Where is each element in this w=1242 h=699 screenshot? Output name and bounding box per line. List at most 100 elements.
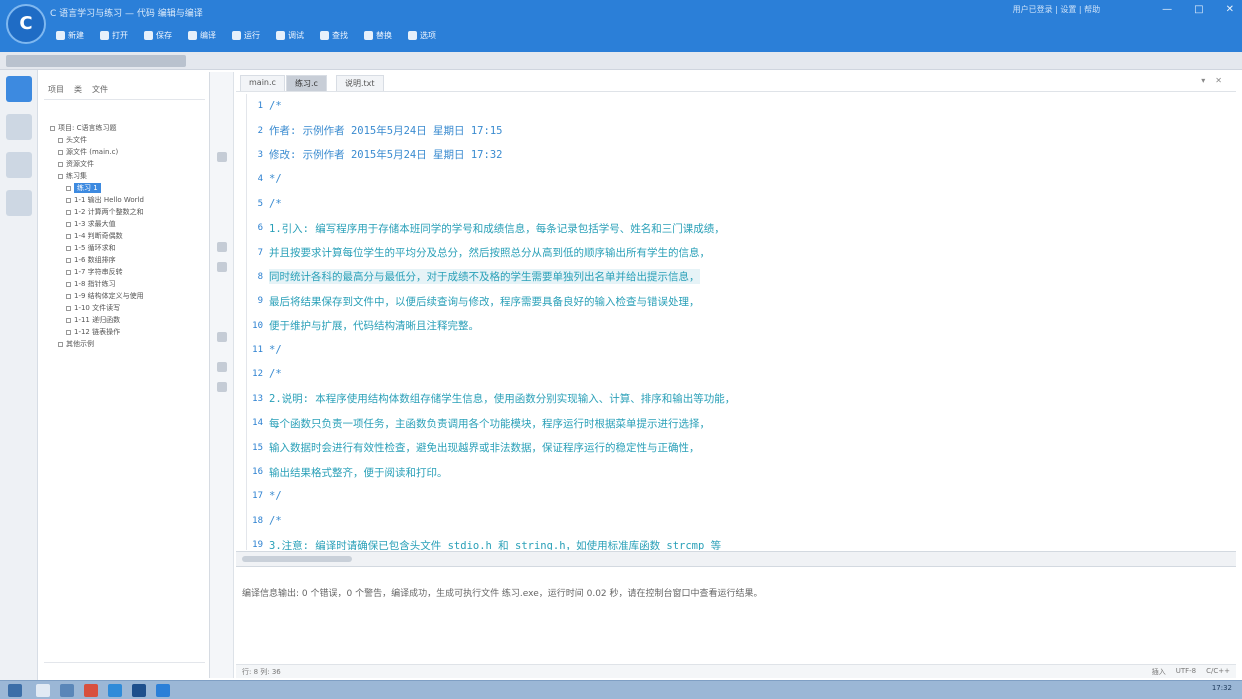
tab-close-icon[interactable]: ✕ (1215, 76, 1222, 85)
expand-icon[interactable] (66, 317, 71, 323)
tree-item[interactable]: 练习集 (50, 170, 210, 182)
horizontal-scrollbar[interactable] (236, 551, 1236, 567)
sidebar-tab-project[interactable]: 项目 (48, 84, 64, 99)
tab-readme[interactable]: 说明.txt (336, 75, 384, 91)
expand-icon[interactable] (66, 293, 71, 299)
expand-icon[interactable] (50, 125, 55, 131)
expand-icon[interactable] (66, 209, 71, 215)
task-app-icon[interactable] (156, 684, 170, 697)
expand-icon[interactable] (58, 161, 63, 167)
tree-item[interactable]: 1-2 计算两个整数之和 (50, 206, 210, 218)
expand-icon[interactable] (66, 221, 71, 227)
code-line[interactable]: 1 /* (247, 94, 1232, 118)
project-view-icon[interactable] (6, 76, 32, 102)
expand-icon[interactable] (58, 149, 63, 155)
tree-item[interactable]: 1-3 求最大值 (50, 218, 210, 230)
task-app-icon[interactable] (60, 684, 74, 697)
start-icon[interactable] (8, 684, 22, 697)
code-line[interactable]: 8 同时统计各科的最高分与最低分，对于成绩不及格的学生需要单独列出名单并给出提示… (247, 265, 1232, 289)
encoding[interactable]: UTF-8 (1176, 667, 1196, 677)
tree-item[interactable]: 其他示例 (50, 338, 210, 350)
sidebar-tab-class[interactable]: 类 (74, 84, 82, 99)
user-info[interactable]: 用户已登录 | 设置 | 帮助 (1013, 4, 1101, 15)
code-line[interactable]: 18 /* (247, 509, 1232, 533)
replace-button[interactable]: 替换 (364, 30, 392, 41)
tree-item[interactable]: 1-1 输出 Hello World (50, 194, 210, 206)
scrollbar-thumb[interactable] (242, 556, 352, 562)
minimize-button[interactable]: — (1162, 4, 1172, 15)
tree-item[interactable]: 1-7 字符串反转 (50, 266, 210, 278)
code-line[interactable]: 2 作者: 示例作者 2015年5月24日 星期日 17:15 (247, 118, 1232, 142)
tree-item[interactable]: 源文件 (main.c) (50, 146, 210, 158)
expand-icon[interactable] (58, 173, 63, 179)
code-line[interactable]: 11 */ (247, 338, 1232, 362)
expand-icon[interactable] (66, 305, 71, 311)
tree-item[interactable]: 头文件 (50, 134, 210, 146)
comment-icon[interactable] (217, 362, 227, 372)
expand-icon[interactable] (66, 257, 71, 263)
new-file-button[interactable]: 新建 (56, 30, 84, 41)
code-editor[interactable]: 1/* 2 作者: 示例作者 2015年5月24日 星期日 17:15 3 修改: … (246, 94, 1232, 550)
code-line[interactable]: 17 */ (247, 484, 1232, 508)
tree-item[interactable]: 资源文件 (50, 158, 210, 170)
tree-item[interactable]: 1-4 判断奇偶数 (50, 230, 210, 242)
tree-item[interactable]: 1-6 数组排序 (50, 254, 210, 266)
expand-icon[interactable] (58, 341, 63, 347)
fold-icon[interactable] (217, 152, 227, 162)
tree-item[interactable]: 1-10 文件读写 (50, 302, 210, 314)
debug-view-icon[interactable] (6, 152, 32, 178)
tab-main-c[interactable]: main.c (240, 75, 285, 91)
expand-icon[interactable] (66, 245, 71, 251)
code-line[interactable]: 15 输入数据时会进行有效性检查，避免出现越界或非法数据，保证程序运行的稳定性与… (247, 435, 1232, 459)
code-line[interactable]: 3 修改: 示例作者 2015年5月24日 星期日 17:32 (247, 143, 1232, 167)
language-mode[interactable]: C/C++ (1206, 667, 1230, 677)
expand-icon[interactable] (66, 281, 71, 287)
class-view-icon[interactable] (6, 114, 32, 140)
options-button[interactable]: 选项 (408, 30, 436, 41)
code-line[interactable]: 19 3.注意: 编译时请确保已包含头文件 stdio.h 和 string.h… (247, 533, 1232, 550)
uncomment-icon[interactable] (217, 382, 227, 392)
bookmark-icon[interactable] (217, 242, 227, 252)
tab-list-icon[interactable]: ▾ (1201, 76, 1205, 85)
code-line[interactable]: 16 输出结果格式整齐，便于阅读和打印。 (247, 460, 1232, 484)
task-app-icon[interactable] (36, 684, 50, 697)
breakpoint-icon[interactable] (217, 262, 227, 272)
task-app-icon[interactable] (132, 684, 146, 697)
tree-item[interactable]: 1-8 指针练习 (50, 278, 210, 290)
save-button[interactable]: 保存 (144, 30, 172, 41)
tree-item[interactable]: 项目: C语言练习题 (50, 122, 210, 134)
sub-toolbar-chip[interactable] (6, 55, 186, 67)
tree-item[interactable]: 练习 1 (50, 182, 210, 194)
code-line[interactable]: 14 每个函数只负责一项任务，主函数负责调用各个功能模块，程序运行时根据菜单提示… (247, 411, 1232, 435)
expand-icon[interactable] (66, 185, 71, 191)
debug-button[interactable]: 调试 (276, 30, 304, 41)
tree-item[interactable]: 1-9 结构体定义与使用 (50, 290, 210, 302)
close-button[interactable]: ✕ (1226, 4, 1234, 15)
code-line[interactable]: 5 /* (247, 192, 1232, 216)
tray-time[interactable]: 17:32 (1212, 684, 1232, 692)
search-view-icon[interactable] (6, 190, 32, 216)
sidebar-tab-file[interactable]: 文件 (92, 84, 108, 99)
run-button[interactable]: 运行 (232, 30, 260, 41)
goto-icon[interactable] (217, 332, 227, 342)
code-line[interactable]: 13 2.说明: 本程序使用结构体数组存储学生信息，使用函数分别实现输入、计算、… (247, 387, 1232, 411)
code-line[interactable]: 6 1.引入: 编写程序用于存储本班同学的学号和成绩信息，每条记录包括学号、姓名… (247, 216, 1232, 240)
expand-icon[interactable] (66, 233, 71, 239)
open-button[interactable]: 打开 (100, 30, 128, 41)
tab-exercise-c[interactable]: 练习.c (286, 75, 327, 91)
code-line[interactable]: 4 */ (247, 167, 1232, 191)
code-line[interactable]: 12 /* (247, 362, 1232, 386)
task-app-icon[interactable] (84, 684, 98, 697)
tree-item[interactable]: 1-5 循环求和 (50, 242, 210, 254)
expand-icon[interactable] (66, 269, 71, 275)
build-button[interactable]: 编译 (188, 30, 216, 41)
tree-item[interactable]: 1-12 链表操作 (50, 326, 210, 338)
tree-item[interactable]: 1-11 递归函数 (50, 314, 210, 326)
code-line[interactable]: 9 最后将结果保存到文件中，以便后续查询与修改，程序需要具备良好的输入检查与错误… (247, 289, 1232, 313)
code-line[interactable]: 7 并且按要求计算每位学生的平均分及总分，然后按照总分从高到低的顺序输出所有学生… (247, 240, 1232, 264)
code-line[interactable]: 10 便于维护与扩展，代码结构清晰且注释完整。 (247, 314, 1232, 338)
find-button[interactable]: 查找 (320, 30, 348, 41)
expand-icon[interactable] (66, 197, 71, 203)
task-app-icon[interactable] (108, 684, 122, 697)
expand-icon[interactable] (58, 137, 63, 143)
